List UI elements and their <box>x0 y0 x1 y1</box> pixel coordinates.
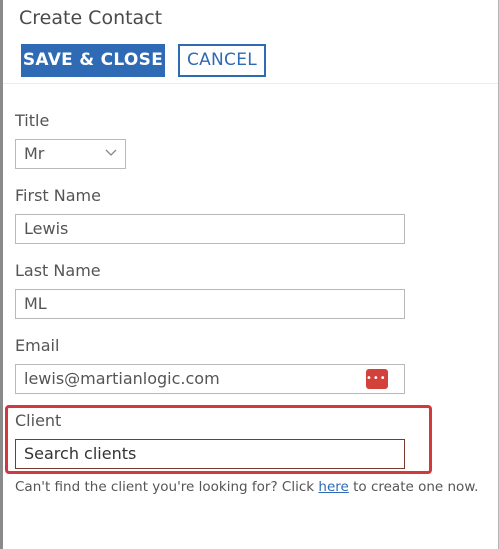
client-search-placeholder: Search clients <box>24 444 137 463</box>
cancel-button[interactable]: CANCEL <box>178 44 266 77</box>
client-help-prefix: Can't find the client you're looking for… <box>15 479 319 495</box>
email-value: lewis@martianlogic.com <box>24 369 220 388</box>
title-select[interactable]: Mr <box>15 139 126 169</box>
client-label: Client <box>15 411 62 430</box>
password-manager-icon[interactable]: •••| <box>366 369 390 389</box>
dialog-title: Create Contact <box>19 7 163 29</box>
client-help-suffix: to create one now. <box>348 479 479 495</box>
first-name-input[interactable]: Lewis <box>15 214 405 244</box>
last-name-value: ML <box>24 294 47 313</box>
email-label: Email <box>15 336 60 355</box>
email-input[interactable]: lewis@martianlogic.com •••| <box>15 364 405 394</box>
last-name-label: Last Name <box>15 261 101 280</box>
title-label: Title <box>15 111 50 130</box>
title-select-value: Mr <box>24 144 45 163</box>
first-name-label: First Name <box>15 186 101 205</box>
create-client-link[interactable]: here <box>318 479 348 495</box>
chevron-down-icon <box>105 149 117 156</box>
first-name-value: Lewis <box>24 219 69 238</box>
last-name-input[interactable]: ML <box>15 289 405 319</box>
create-contact-panel: Create Contact SAVE & CLOSE CANCEL Title… <box>0 0 499 549</box>
toolbar-divider <box>3 83 498 84</box>
client-help-text: Can't find the client you're looking for… <box>15 478 478 496</box>
save-and-close-button[interactable]: SAVE & CLOSE <box>21 44 165 77</box>
client-search-input[interactable]: Search clients <box>15 439 405 469</box>
